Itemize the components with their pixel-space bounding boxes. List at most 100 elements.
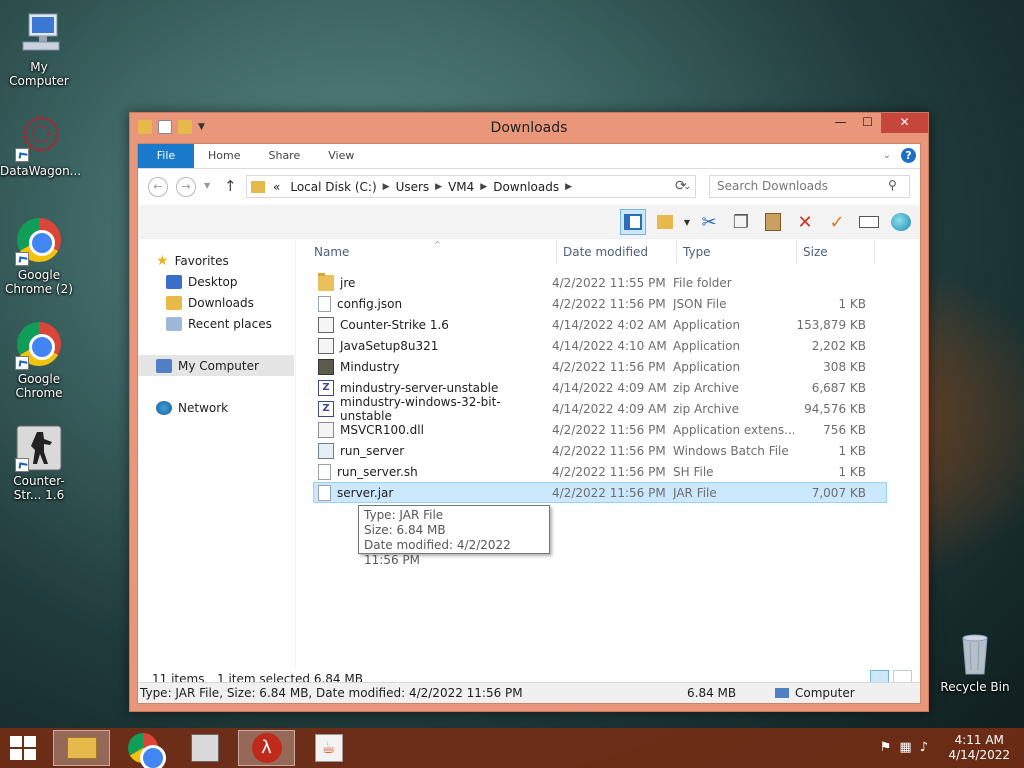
rename-icon[interactable] (856, 209, 882, 235)
search-input[interactable]: Search Downloads (709, 175, 910, 198)
layout-pane-icon[interactable] (619, 209, 646, 235)
desktop-icon-my-computer[interactable]: My Computer (0, 10, 78, 88)
file-row[interactable]: MSVCR100.dll 4/2/2022 11:56 PM Application… (314, 419, 886, 440)
details-size: 6.84 MB (687, 686, 737, 700)
file-name-cell: MSVCR100.dll (314, 421, 552, 438)
shortcut-arrow-icon (15, 148, 29, 162)
help-icon[interactable]: ? (901, 148, 916, 163)
nav-downloads[interactable]: Downloads (166, 292, 254, 313)
column-header-name[interactable]: Name (296, 240, 557, 264)
file-row[interactable]: jre 4/2/2022 11:55 PM File folder (314, 272, 886, 293)
address-bar[interactable]: « Local Disk (C:) ▶ Users ▶ VM4 ▶ Downlo… (246, 175, 696, 198)
file-row[interactable]: run_server.sh 4/2/2022 11:56 PM SH File 1 K… (314, 461, 886, 482)
file-row[interactable]: Counter-Strike 1.6 4/14/2022 4:02 AM Appli… (314, 314, 886, 335)
file-date: 4/2/2022 11:56 PM (552, 359, 666, 374)
file-size: 6,687 KB (811, 380, 866, 395)
file-date: 4/2/2022 11:56 PM (552, 296, 666, 311)
desktop-icon-google-chrome[interactable]: Google Chrome (0, 320, 78, 400)
nav-desktop[interactable]: Desktop (166, 271, 238, 292)
taskbar-java[interactable]: ☕ (300, 730, 357, 766)
file-type: File folder (673, 275, 732, 290)
maximize-button[interactable]: ☐ (854, 113, 881, 133)
breadcrumb-overflow[interactable]: « (269, 180, 284, 194)
navigation-pane: ★ Favorites Desktop Downloads Recent pla… (138, 240, 296, 666)
copy-icon[interactable]: ❐ (728, 209, 754, 235)
breadcrumb-vm4[interactable]: VM4 (442, 180, 480, 194)
folder-location-icon (251, 180, 265, 193)
chevron-right-icon[interactable]: ▶ (383, 182, 390, 192)
half-life-icon: λ (251, 733, 282, 763)
start-button[interactable] (10, 736, 38, 760)
file-list: Name ^ Date modified Type Size jre 4/2/20… (296, 240, 920, 666)
delete-icon[interactable]: ✕ (792, 209, 818, 235)
file-explorer-icon (66, 737, 97, 759)
nav-recent-places[interactable]: Recent places (166, 313, 272, 334)
tab-share[interactable]: Share (254, 144, 314, 168)
nav-my-computer-label: My Computer (178, 358, 259, 373)
back-button[interactable]: ← (148, 177, 168, 197)
file-size: 2,202 KB (811, 338, 866, 353)
file-row[interactable]: server.jar 4/2/2022 11:56 PM JAR File 7,007… (313, 482, 887, 503)
batch-icon (318, 442, 334, 459)
minimize-button[interactable]: — (827, 113, 854, 133)
desktop-icon-label: Counter-Str... 1.6 (13, 474, 65, 502)
file-row[interactable]: Mindustry 4/2/2022 11:56 PM Application 308… (314, 356, 886, 377)
file-name-cell: config.json (314, 295, 552, 312)
title-bar[interactable]: ▼ Downloads — ☐ ✕ (130, 113, 928, 143)
cut-icon[interactable]: ✂ (696, 209, 722, 235)
chevron-right-icon[interactable]: ▶ (565, 182, 572, 192)
desktop-icon (166, 274, 182, 289)
breadcrumb-downloads[interactable]: Downloads (487, 180, 565, 194)
nav-network[interactable]: Network (156, 397, 228, 418)
details-bar: Type: JAR File, Size: 6.84 MB, Date modi… (138, 682, 920, 703)
column-header-size[interactable]: Size (797, 240, 875, 264)
volume-muted-icon[interactable]: ♪ (920, 740, 928, 755)
file-name: jre (340, 275, 356, 290)
chevron-right-icon[interactable]: ▶ (435, 182, 442, 192)
checkmark-icon[interactable]: ✓ (824, 209, 850, 235)
nav-my-computer[interactable]: My Computer (138, 355, 294, 376)
paste-icon[interactable] (760, 209, 786, 235)
file-row[interactable]: JavaSetup8u321 4/14/2022 4:10 AM Applicati… (314, 335, 886, 356)
file-name-cell: server.jar (314, 484, 552, 501)
file-row[interactable]: run_server 4/2/2022 11:56 PM Windows Batch… (314, 440, 886, 461)
taskbar-half-life[interactable]: λ (238, 730, 295, 766)
chevron-right-icon[interactable]: ▶ (480, 182, 487, 192)
expand-ribbon-icon[interactable]: ⌄ (883, 150, 891, 161)
chevron-down-icon[interactable]: ▼ (684, 218, 690, 227)
tab-home[interactable]: Home (194, 144, 254, 168)
file-row[interactable]: Zmindustry-windows-32-bit-unstable 4/14/2… (314, 395, 886, 423)
breadcrumb-users[interactable]: Users (390, 180, 436, 194)
tab-file[interactable]: File (138, 144, 194, 168)
desktop-icon-datawagon[interactable]: DataWagon... (0, 114, 81, 178)
desktop-icon-google-chrome-2[interactable]: Google Chrome (2) (0, 216, 78, 296)
taskbar-google-chrome[interactable] (114, 730, 171, 768)
network-icon[interactable]: ▦ (899, 740, 911, 755)
desktop-icon-counter-strike[interactable]: Counter-Str... 1.6 (0, 424, 78, 502)
properties-icon[interactable] (888, 209, 914, 235)
details-location: Computer (795, 686, 855, 700)
file-size: 308 KB (823, 359, 866, 374)
close-button[interactable]: ✕ (881, 113, 928, 133)
address-row: ← → ▼ ↑ « Local Disk (C:) ▶ Users ▶ VM4 … (138, 169, 920, 205)
forward-button[interactable]: → (176, 177, 196, 197)
column-header-date[interactable]: Date modified (557, 240, 677, 264)
column-header-type[interactable]: Type (677, 240, 797, 264)
file-row[interactable]: config.json 4/2/2022 11:56 PM JSON File 1 K… (314, 293, 886, 314)
taskbar-counter-strike[interactable] (176, 730, 233, 766)
zip-icon: Z (318, 379, 334, 396)
move-to-folder-icon[interactable] (652, 209, 678, 235)
taskbar-clock[interactable]: 4:11 AM 4/14/2022 (948, 733, 1010, 763)
action-center-flag-icon[interactable]: ⚑ (880, 740, 892, 755)
tab-view[interactable]: View (314, 144, 368, 168)
recent-locations-icon[interactable]: ▼ (204, 181, 210, 190)
nav-favorites[interactable]: ★ Favorites (156, 250, 229, 271)
desktop-icon-recycle-bin[interactable]: Recycle Bin (936, 630, 1014, 694)
desktop-icon-label: Google Chrome (2) (5, 268, 73, 296)
zip-icon: Z (318, 400, 334, 417)
breadcrumb-local-disk[interactable]: Local Disk (C:) (284, 180, 382, 194)
up-button[interactable]: ↑ (224, 177, 237, 195)
refresh-icon[interactable]: ⟳ (675, 178, 687, 194)
taskbar-file-explorer[interactable] (53, 730, 110, 766)
search-icon[interactable]: ⚲ (888, 178, 897, 192)
